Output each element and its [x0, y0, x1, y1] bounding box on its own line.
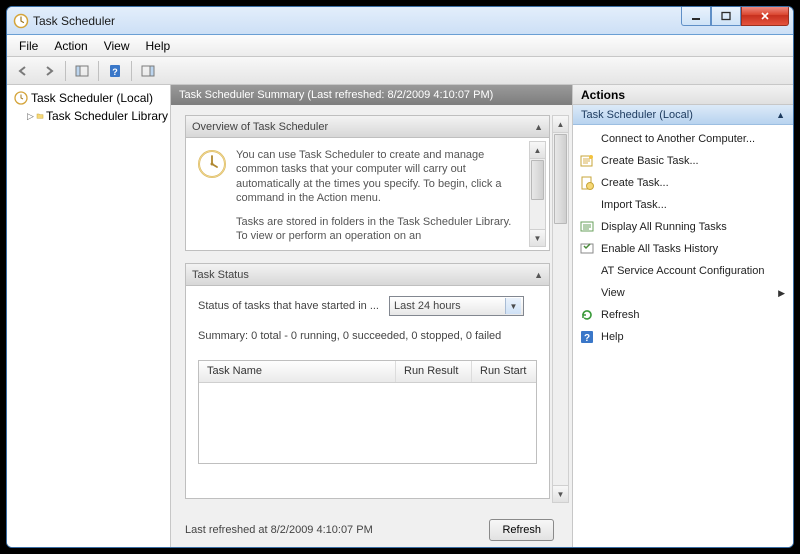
show-hide-action-pane-button[interactable] — [136, 60, 160, 82]
tree-root[interactable]: Task Scheduler (Local) — [9, 89, 168, 107]
col-run-result[interactable]: Run Result — [396, 361, 472, 382]
task-status-title: Task Status — [192, 269, 249, 281]
window-buttons — [681, 7, 793, 34]
folder-icon — [36, 108, 44, 124]
status-filter-label: Status of tasks that have started in ... — [198, 300, 379, 312]
refresh-icon — [579, 307, 595, 323]
actions-title: Actions — [573, 85, 793, 105]
clock-icon — [13, 90, 29, 106]
tree-root-label: Task Scheduler (Local) — [31, 91, 153, 105]
scroll-thumb[interactable] — [531, 160, 544, 200]
close-button[interactable] — [741, 7, 789, 26]
dropdown-arrow-icon: ▼ — [505, 298, 521, 314]
task-status-body: Status of tasks that have started in ...… — [186, 286, 549, 474]
action-display-running[interactable]: Display All Running Tasks — [573, 216, 793, 238]
task-status-panel: Task Status ▲ Status of tasks that have … — [185, 263, 550, 499]
scroll-up-icon[interactable]: ▲ — [553, 116, 568, 133]
overview-header[interactable]: Overview of Task Scheduler ▲ — [186, 116, 549, 138]
overview-panel: Overview of Task Scheduler ▲ You can use… — [185, 115, 550, 251]
refresh-button[interactable]: Refresh — [489, 519, 554, 541]
status-period-dropdown[interactable]: Last 24 hours ▼ — [389, 296, 524, 316]
show-hide-console-tree-button[interactable] — [70, 60, 94, 82]
center-panel: Task Scheduler Summary (Last refreshed: … — [171, 85, 573, 547]
scroll-thumb[interactable] — [554, 134, 567, 224]
running-tasks-icon — [579, 219, 595, 235]
window: Task Scheduler File Action View Help ? T… — [6, 6, 794, 548]
blank-icon — [579, 263, 595, 279]
center-scrollbar[interactable]: ▲ ▼ — [552, 115, 569, 503]
forward-button[interactable] — [37, 60, 61, 82]
collapse-icon[interactable]: ▲ — [534, 122, 543, 132]
toolbar-separator — [131, 61, 132, 81]
expand-icon[interactable]: ▷ — [27, 112, 34, 121]
menu-action[interactable]: Action — [46, 37, 95, 55]
collapse-icon[interactable]: ▲ — [776, 110, 785, 120]
status-filter-row: Status of tasks that have started in ...… — [198, 296, 537, 316]
blank-icon — [579, 131, 595, 147]
help-icon: ? — [579, 329, 595, 345]
scroll-up-icon[interactable]: ▲ — [530, 142, 545, 159]
action-import-task[interactable]: Import Task... — [573, 194, 793, 216]
help-button[interactable]: ? — [103, 60, 127, 82]
col-task-name[interactable]: Task Name — [199, 361, 396, 382]
action-create-task[interactable]: Create Task... — [573, 172, 793, 194]
blank-icon — [579, 285, 595, 301]
minimize-button[interactable] — [681, 7, 711, 26]
action-refresh[interactable]: Refresh — [573, 304, 793, 326]
action-connect[interactable]: Connect to Another Computer... — [573, 128, 793, 150]
action-view[interactable]: View ▶ — [573, 282, 793, 304]
content-area: Task Scheduler (Local) ▷ Task Scheduler … — [7, 85, 793, 547]
overview-scrollbar[interactable]: ▲ ▼ — [529, 141, 546, 247]
scroll-down-icon[interactable]: ▼ — [530, 229, 545, 246]
history-icon — [579, 241, 595, 257]
menubar: File Action View Help — [7, 35, 793, 57]
collapse-icon[interactable]: ▲ — [534, 270, 543, 280]
tree-library-label: Task Scheduler Library — [46, 109, 168, 123]
menu-view[interactable]: View — [96, 37, 138, 55]
last-refreshed-text: Last refreshed at 8/2/2009 4:10:07 PM — [185, 524, 373, 536]
window-title: Task Scheduler — [33, 14, 681, 28]
toolbar-separator — [65, 61, 66, 81]
actions-group-title: Task Scheduler (Local) — [581, 109, 693, 121]
toolbar-separator — [98, 61, 99, 81]
wizard-icon — [579, 153, 595, 169]
svg-text:?: ? — [584, 333, 590, 344]
clock-large-icon — [196, 148, 228, 180]
blank-icon — [579, 197, 595, 213]
task-table: Task Name Run Result Run Start — [198, 360, 537, 464]
center-body: Overview of Task Scheduler ▲ You can use… — [171, 105, 572, 547]
action-at-config[interactable]: AT Service Account Configuration — [573, 260, 793, 282]
back-button[interactable] — [11, 60, 35, 82]
submenu-arrow-icon: ▶ — [778, 288, 785, 299]
toolbar: ? — [7, 57, 793, 85]
actions-list: Connect to Another Computer... Create Ba… — [573, 125, 793, 351]
scroll-down-icon[interactable]: ▼ — [553, 485, 568, 502]
overview-p1: You can use Task Scheduler to create and… — [236, 148, 521, 205]
action-enable-history[interactable]: Enable All Tasks History — [573, 238, 793, 260]
actions-panel: Actions Task Scheduler (Local) ▲ Connect… — [573, 85, 793, 547]
svg-text:?: ? — [112, 67, 118, 77]
status-summary-text: Summary: 0 total - 0 running, 0 succeede… — [198, 330, 537, 342]
task-status-header[interactable]: Task Status ▲ — [186, 264, 549, 286]
overview-p2: Tasks are stored in folders in the Task … — [236, 215, 521, 244]
center-footer: Last refreshed at 8/2/2009 4:10:07 PM Re… — [185, 511, 554, 541]
overview-body: You can use Task Scheduler to create and… — [186, 138, 549, 250]
action-create-basic-task[interactable]: Create Basic Task... — [573, 150, 793, 172]
summary-header: Task Scheduler Summary (Last refreshed: … — [171, 85, 572, 105]
action-help[interactable]: ? Help — [573, 326, 793, 348]
tree-library[interactable]: ▷ Task Scheduler Library — [9, 107, 168, 125]
task-icon — [579, 175, 595, 191]
overview-text: You can use Task Scheduler to create and… — [236, 148, 521, 240]
overview-title: Overview of Task Scheduler — [192, 121, 328, 133]
menu-file[interactable]: File — [11, 37, 46, 55]
maximize-button[interactable] — [711, 7, 741, 26]
actions-group-header[interactable]: Task Scheduler (Local) ▲ — [573, 105, 793, 125]
col-run-start[interactable]: Run Start — [472, 361, 536, 382]
titlebar: Task Scheduler — [7, 7, 793, 35]
task-table-header: Task Name Run Result Run Start — [199, 361, 536, 383]
menu-help[interactable]: Help — [138, 37, 179, 55]
app-icon — [13, 13, 29, 29]
status-period-value: Last 24 hours — [394, 300, 461, 312]
tree-panel: Task Scheduler (Local) ▷ Task Scheduler … — [7, 85, 171, 547]
